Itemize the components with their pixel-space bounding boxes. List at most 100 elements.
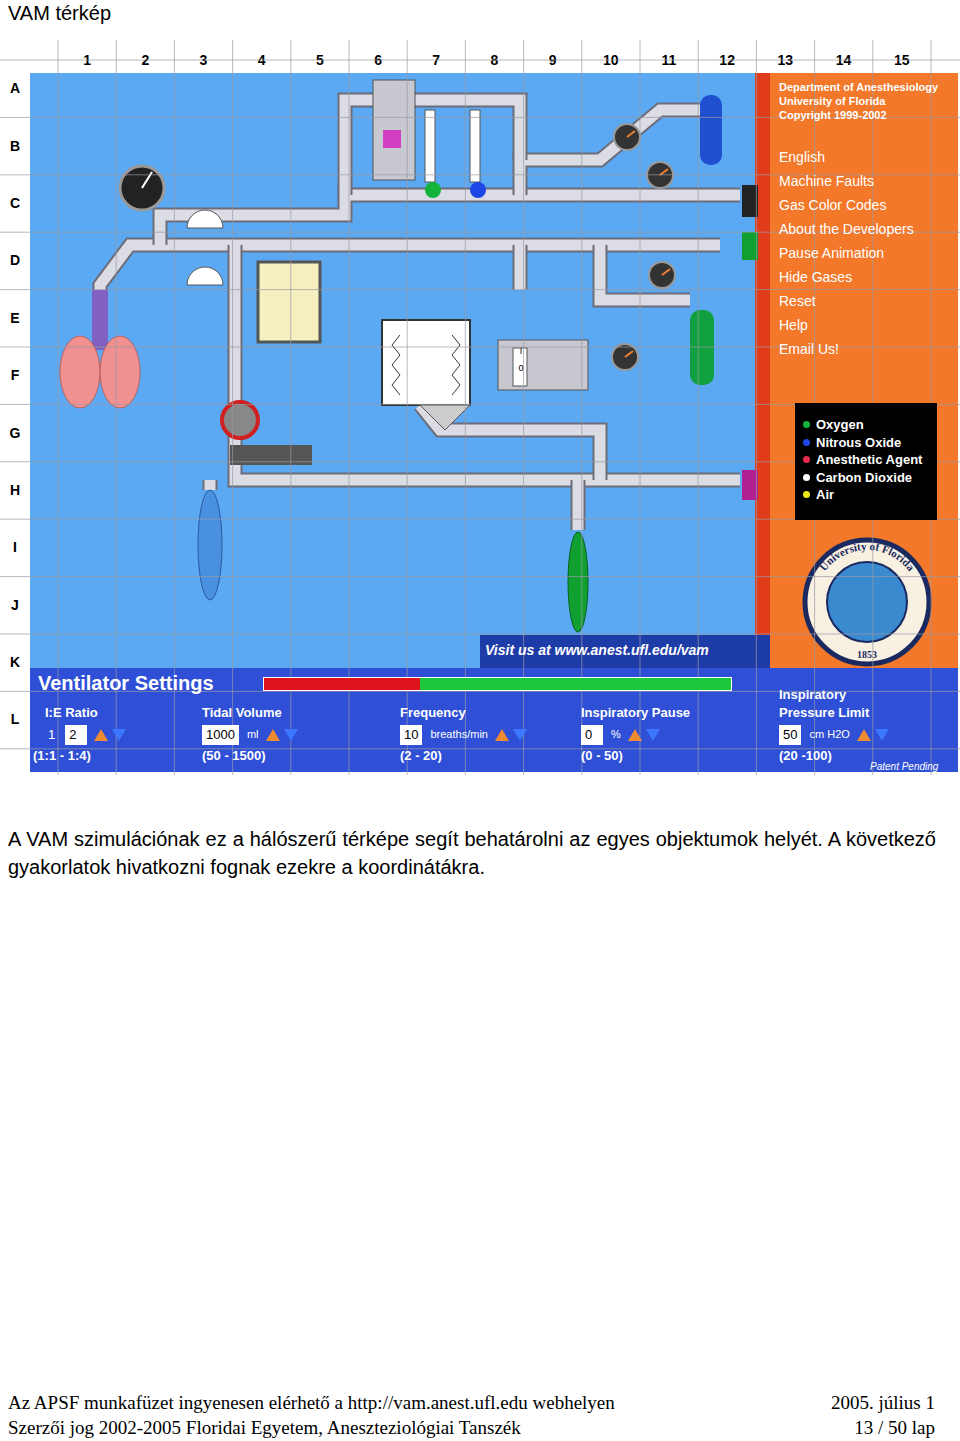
legend-item: Air — [803, 486, 929, 504]
svg-text:University of Florida: University of Florida — [817, 540, 917, 573]
footer: Az APSF munkafüzet ingyenesen elérhető a… — [0, 1390, 960, 1441]
row-header: ABCDEFGHIJKL — [0, 60, 30, 749]
setting-prefix: 1 — [48, 725, 55, 745]
vaporizer-switch[interactable]: I0 — [515, 343, 527, 377]
ventilator-settings: I:E Ratio12(1:1 - 1:4)Tidal Volume1000ml… — [33, 684, 958, 765]
setting: Inspiratory Pause0%(0 - 50) — [581, 684, 779, 765]
decrease-arrow-icon[interactable] — [645, 728, 661, 742]
footer-row: Az APSF munkafüzet ingyenesen elérhető a… — [8, 1390, 935, 1415]
setting-field[interactable]: 1000 — [202, 725, 239, 745]
svg-text:1853: 1853 — [857, 649, 877, 660]
column-label: 5 — [291, 50, 349, 71]
legend-item: Anesthetic Agent — [803, 451, 929, 469]
setting-range: (0 - 50) — [581, 747, 779, 765]
setting-value-row: 12 — [33, 722, 202, 747]
column-label: 2 — [116, 50, 174, 71]
decrease-arrow-icon[interactable] — [874, 728, 890, 742]
legend-item: Nitrous Oxide — [803, 434, 929, 452]
setting-label: Inspiratory Pause — [581, 684, 779, 722]
setting-unit: breaths/min — [430, 726, 487, 743]
row-label: J — [0, 577, 30, 634]
setting-range: (50 - 1500) — [202, 747, 400, 765]
vam-map: 123456789101112131415ABCDEFGHIJKLUnivers… — [0, 40, 960, 775]
stepper[interactable] — [627, 728, 661, 742]
decrease-arrow-icon[interactable] — [283, 728, 299, 742]
decrease-arrow-icon[interactable] — [111, 728, 127, 742]
decrease-arrow-icon[interactable] — [512, 728, 528, 742]
website-link[interactable]: Visit us at www.anest.ufl.edu/vam — [485, 641, 709, 659]
setting-label: I:E Ratio — [33, 684, 202, 722]
legend-item: Carbon Dioxide — [803, 469, 929, 487]
legend-item: Oxygen — [803, 416, 929, 434]
setting-field[interactable]: 50 — [779, 725, 801, 745]
stepper[interactable] — [856, 728, 890, 742]
legend-dot — [803, 439, 810, 446]
column-label: 13 — [756, 50, 814, 71]
column-label: 14 — [814, 50, 872, 71]
menu-item[interactable]: Help — [779, 313, 914, 337]
ventilator-title: Ventilator Settings — [38, 670, 214, 696]
stepper[interactable] — [494, 728, 528, 742]
university-seal-icon: University of Florida 1853 — [805, 540, 929, 664]
switch-label: I — [520, 343, 523, 360]
setting: Tidal Volume 1000 ml (50 - 1500) — [202, 684, 400, 765]
column-label: 7 — [407, 50, 465, 71]
row-label: I — [0, 519, 30, 576]
increase-arrow-icon[interactable] — [627, 728, 643, 742]
setting-value-row: 1000 ml — [202, 722, 400, 747]
menu-item[interactable]: Hide Gases — [779, 265, 914, 289]
column-label: 6 — [349, 50, 407, 71]
setting-unit: % — [611, 726, 621, 743]
menu-item[interactable]: Machine Faults — [779, 169, 914, 193]
setting-field[interactable]: 10 — [400, 725, 422, 745]
row-label: E — [0, 290, 30, 347]
menu-item[interactable]: Reset — [779, 289, 914, 313]
caption: A VAM szimulációnak ez a hálószerű térké… — [0, 825, 944, 881]
increase-arrow-icon[interactable] — [93, 728, 109, 742]
page-title: VAM térkép — [0, 0, 960, 40]
setting-unit: cm H2O — [809, 726, 849, 743]
row-label: A — [0, 60, 30, 117]
credit-line: University of Florida — [779, 94, 938, 108]
increase-arrow-icon[interactable] — [265, 728, 281, 742]
setting-value-row: 0% — [581, 722, 779, 747]
patent-note: Patent Pending — [870, 761, 938, 773]
legend-dot — [803, 421, 810, 428]
menu-item[interactable]: English — [779, 145, 914, 169]
stepper[interactable] — [93, 728, 127, 742]
row-label: K — [0, 634, 30, 691]
increase-arrow-icon[interactable] — [494, 728, 510, 742]
setting-field[interactable]: 0 — [581, 725, 603, 745]
credits: Department of AnesthesiologyUniversity o… — [779, 80, 938, 122]
setting-unit: ml — [247, 726, 259, 743]
setting-label: Tidal Volume — [202, 684, 400, 722]
column-label: 12 — [698, 50, 756, 71]
switch-label: 0 — [518, 360, 523, 377]
footer-row: Szerzői jog 2002-2005 Floridai Egyetem, … — [8, 1415, 935, 1440]
column-label: 11 — [640, 50, 698, 71]
column-header: 123456789101112131415 — [58, 50, 931, 71]
setting-label: Frequency — [400, 684, 581, 722]
increase-arrow-icon[interactable] — [856, 728, 872, 742]
setting-range: (2 - 20) — [400, 747, 581, 765]
setting: Frequency 10 breaths/min (2 - 20) — [400, 684, 581, 765]
breath-bar — [263, 677, 732, 691]
gas-legend: OxygenNitrous OxideAnesthetic AgentCarbo… — [795, 403, 937, 520]
column-label: 8 — [465, 50, 523, 71]
legend-dot — [803, 474, 810, 481]
column-label: 15 — [873, 50, 931, 71]
row-label: G — [0, 404, 30, 461]
menu-item[interactable]: About the Developers — [779, 217, 914, 241]
menu: EnglishMachine FaultsGas Color CodesAbou… — [779, 145, 914, 361]
setting-field[interactable]: 2 — [65, 725, 87, 745]
credit-line: Department of Anesthesiology — [779, 80, 938, 94]
stepper[interactable] — [265, 728, 299, 742]
credit-line: Copyright 1999-2002 — [779, 108, 938, 122]
setting-value-row: 10 breaths/min — [400, 722, 581, 747]
legend-dot — [803, 456, 810, 463]
menu-item[interactable]: Gas Color Codes — [779, 193, 914, 217]
menu-item[interactable]: Pause Animation — [779, 241, 914, 265]
column-label: 9 — [524, 50, 582, 71]
menu-item[interactable]: Email Us! — [779, 337, 914, 361]
column-label: 10 — [582, 50, 640, 71]
